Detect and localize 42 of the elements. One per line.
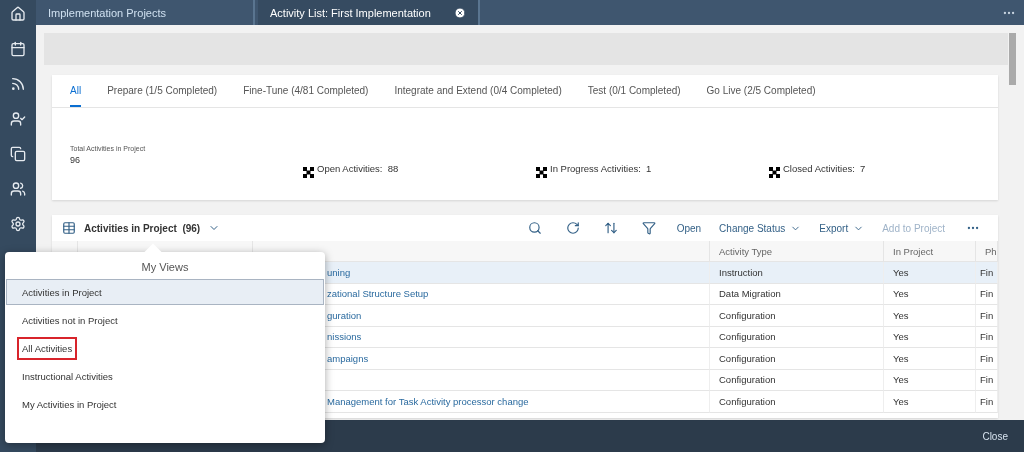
table-cell: Data Migration xyxy=(710,283,884,305)
stat-text: Open Activities: 88 xyxy=(317,163,399,174)
tab[interactable]: All xyxy=(70,75,82,107)
table-cell: Fin xyxy=(976,283,998,305)
tab[interactable]: Prepare (1/5 Completed) xyxy=(107,75,218,107)
table-cell: Yes xyxy=(884,262,976,284)
tab[interactable]: Fine-Tune (4/81 Completed) xyxy=(243,75,369,107)
table-cell: Fin xyxy=(976,305,998,327)
table-cell: Yes xyxy=(884,305,976,327)
view-item[interactable]: Activities in Project xyxy=(6,279,324,305)
table-cell: Configuration xyxy=(710,348,884,370)
tab[interactable]: Integrate and Extend (0/4 Completed) xyxy=(394,75,562,107)
table-cell: Yes xyxy=(884,391,976,413)
table-cell: Instruction xyxy=(710,262,884,284)
table-cell: Configuration xyxy=(710,369,884,391)
toolbar-button[interactable]: Open xyxy=(671,222,707,234)
table-cell: Yes xyxy=(884,348,976,370)
table-cell: Yes xyxy=(884,326,976,348)
tab[interactable]: Activity List: First Implementation xyxy=(258,0,480,25)
table-cell: Fin xyxy=(976,262,998,284)
stat-text: Closed Activities: 7 xyxy=(783,163,866,174)
table-cell: Fin xyxy=(976,369,998,391)
table-cell: Yes xyxy=(884,283,976,305)
stat-text: In Progress Activities: 1 xyxy=(550,163,652,174)
table-cell: Configuration xyxy=(710,391,884,413)
toolbar-button[interactable]: Change Status xyxy=(714,222,807,234)
toolbar-button[interactable]: Export xyxy=(814,222,870,234)
table-cell: Fin xyxy=(976,391,998,413)
column-header: Activity Type xyxy=(710,241,884,262)
total-value: 96 xyxy=(70,155,81,165)
close-button[interactable]: Close xyxy=(976,429,1014,443)
tab[interactable]: Go Live (2/5 Completed) xyxy=(706,75,816,107)
tab[interactable]: Test (0/1 Completed) xyxy=(587,75,681,107)
table-cell: Fin xyxy=(976,326,998,348)
column-header: Ph xyxy=(976,241,998,262)
column-header: In Project xyxy=(884,241,976,262)
table-cell: Configuration xyxy=(710,305,884,327)
table-title: Activities in Project (96) xyxy=(84,222,201,234)
popover-title: My Views xyxy=(140,260,190,275)
table-cell: Yes xyxy=(884,369,976,391)
table-cell: Fin xyxy=(976,348,998,370)
table-cell: Configuration xyxy=(710,326,884,348)
